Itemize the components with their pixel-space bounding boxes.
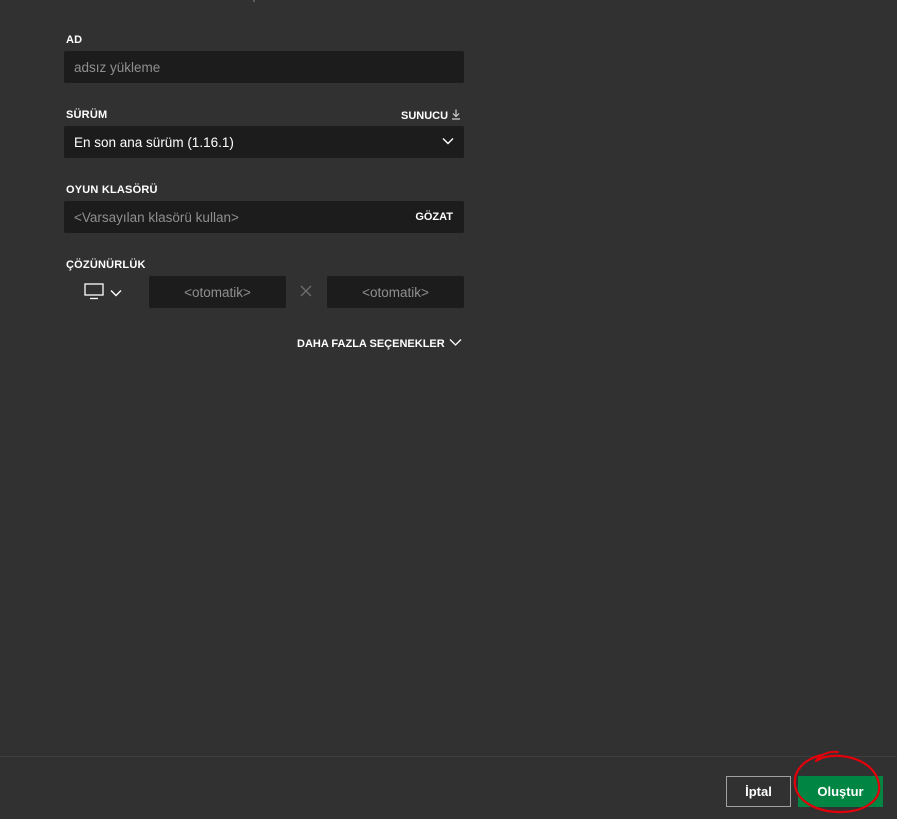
game-folder-placeholder: <Varsayılan klasörü kullan> [74, 209, 239, 225]
resolution-height-input[interactable]: <otomatik> [327, 276, 464, 308]
game-folder-label: OYUN KLASÖRÜ [66, 184, 158, 196]
chevron-down-icon [110, 285, 122, 303]
server-download-link[interactable]: SUNUCU [401, 109, 461, 123]
version-select[interactable]: En son ana sürüm (1.16.1) [64, 126, 464, 158]
close-x-icon [299, 284, 313, 298]
display-select[interactable] [84, 283, 122, 305]
name-input-placeholder: adsız yükleme [74, 59, 161, 75]
more-options-label: DAHA FAZLA SEÇENEKLER [297, 337, 445, 350]
name-label: AD [66, 34, 83, 46]
resolution-width-placeholder: <otomatik> [184, 284, 251, 300]
server-link-label: SUNUCU [401, 110, 449, 122]
resolution-height-placeholder: <otomatik> [362, 284, 429, 300]
more-options-toggle[interactable]: DAHA FAZLA SEÇENEKLER [297, 337, 462, 350]
create-installation-dialog: AD adsız yükleme SÜRÜM SUNUCU En son ana… [0, 0, 897, 819]
version-select-value: En son ana sürüm (1.16.1) [74, 134, 234, 150]
chevron-down-icon [449, 337, 462, 350]
browse-button[interactable]: GÖZAT [415, 211, 453, 223]
resolution-row: <otomatik> <otomatik> [64, 276, 464, 308]
chevron-down-icon [442, 135, 454, 147]
download-arrow-icon [451, 109, 461, 123]
footer-divider [0, 756, 897, 757]
resolution-label: ÇÖZÜNÜRLÜK [66, 259, 146, 271]
scroll-indicator-icon [248, 0, 260, 4]
create-button[interactable]: Oluştur [798, 776, 883, 807]
cancel-button[interactable]: İptal [726, 776, 791, 807]
resolution-width-input[interactable]: <otomatik> [149, 276, 286, 308]
version-label: SÜRÜM [66, 109, 108, 121]
game-folder-input[interactable]: <Varsayılan klasörü kullan> GÖZAT [64, 201, 464, 233]
name-input[interactable]: adsız yükleme [64, 51, 464, 83]
monitor-icon [84, 283, 104, 305]
